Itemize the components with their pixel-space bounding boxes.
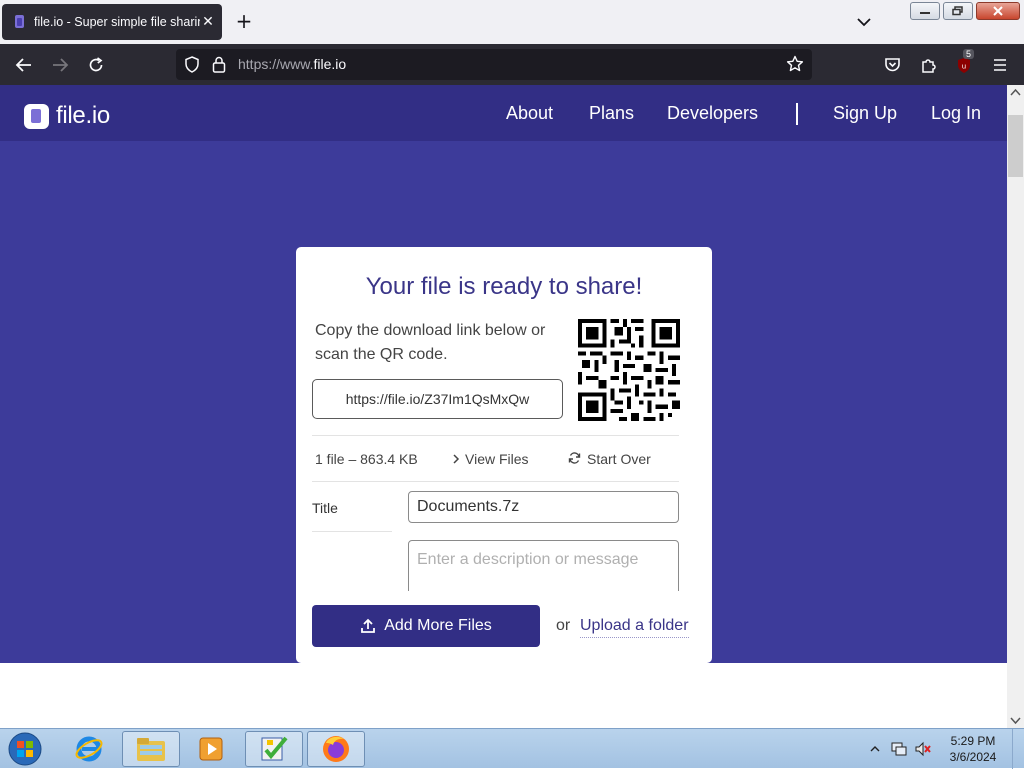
card-heading: Your file is ready to share! bbox=[365, 273, 643, 300]
nav-about[interactable]: About bbox=[506, 103, 553, 124]
start-over-label: Start Over bbox=[587, 451, 651, 467]
network-icon[interactable] bbox=[890, 741, 908, 757]
show-hidden-icons-icon[interactable] bbox=[870, 745, 880, 753]
add-more-files-button[interactable]: Add More Files bbox=[312, 605, 540, 647]
shield-icon[interactable] bbox=[184, 56, 200, 73]
share-card: Your file is ready to share! Copy the do… bbox=[296, 247, 712, 663]
separator bbox=[312, 481, 679, 482]
card-scroll-area[interactable]: Copy the download link below or scan the… bbox=[312, 313, 698, 591]
logo-text: file.io bbox=[56, 102, 110, 129]
pocket-icon bbox=[884, 58, 900, 72]
forward-button[interactable] bbox=[47, 52, 73, 78]
new-tab-button[interactable]: + bbox=[232, 10, 256, 34]
description-input[interactable]: Enter a description or message bbox=[408, 540, 679, 591]
fileio-favicon-icon bbox=[15, 15, 24, 28]
page-scrollbar[interactable] bbox=[1007, 85, 1024, 728]
tab-fileio[interactable]: file.io - Super simple file sharing ✕ bbox=[2, 4, 222, 40]
folder-icon bbox=[137, 738, 165, 761]
nav-divider bbox=[796, 103, 798, 125]
start-button[interactable] bbox=[6, 731, 44, 767]
menu-button[interactable] bbox=[987, 52, 1013, 78]
svg-text:u: u bbox=[962, 63, 966, 71]
or-text: or bbox=[556, 617, 571, 634]
puzzle-icon bbox=[921, 58, 936, 73]
view-files-link[interactable]: View Files bbox=[452, 451, 529, 467]
taskbar: 5:29 PM 3/6/2024 bbox=[0, 728, 1024, 769]
clock-time: 5:29 PM bbox=[950, 734, 996, 748]
tab-strip: file.io - Super simple file sharing ✕ + bbox=[0, 0, 1024, 44]
back-button[interactable] bbox=[11, 52, 37, 78]
card-scrollbar[interactable] bbox=[696, 313, 698, 591]
nav-sign-up[interactable]: Sign Up bbox=[833, 103, 897, 124]
forward-arrow-icon bbox=[53, 58, 69, 72]
fileio-logo-icon bbox=[24, 103, 49, 129]
page-scroll-up-icon[interactable] bbox=[1007, 85, 1024, 101]
taskbar-internet-explorer[interactable] bbox=[60, 731, 118, 767]
taskbar-media-player[interactable] bbox=[182, 731, 240, 767]
extensions-button[interactable] bbox=[915, 52, 941, 78]
restore-button[interactable] bbox=[943, 2, 973, 20]
reload-icon bbox=[89, 57, 103, 72]
web-page: file.io About Plans Developers Sign Up L… bbox=[0, 85, 1007, 728]
taskbar-checklist-app[interactable] bbox=[245, 731, 303, 767]
add-more-files-label: Add More Files bbox=[384, 617, 492, 634]
file-summary: 1 file – 863.4 KB bbox=[315, 451, 418, 467]
firefox-icon bbox=[323, 736, 349, 762]
page-scroll-down-icon[interactable] bbox=[1007, 712, 1024, 728]
tab-title: file.io - Super simple file sharing bbox=[34, 15, 200, 29]
bookmark-star-icon[interactable] bbox=[786, 55, 804, 73]
upload-folder-link[interactable]: Upload a folder bbox=[580, 617, 689, 638]
scroll-down-icon[interactable] bbox=[696, 577, 698, 591]
window-controls bbox=[910, 2, 1020, 20]
refresh-icon bbox=[568, 452, 581, 464]
nav-plans[interactable]: Plans bbox=[589, 103, 634, 124]
clock-date: 3/6/2024 bbox=[949, 750, 997, 764]
list-all-tabs-icon[interactable] bbox=[852, 12, 876, 32]
taskbar-firefox[interactable] bbox=[307, 731, 365, 767]
reload-button[interactable] bbox=[83, 52, 109, 78]
share-link-box[interactable]: https://file.io/Z37Im1QsMxQw bbox=[312, 379, 563, 419]
back-arrow-icon bbox=[15, 58, 31, 72]
ublock-extension-button[interactable]: u 5 bbox=[951, 49, 977, 78]
url-domain: file.io bbox=[313, 56, 347, 72]
chevron-right-icon bbox=[453, 454, 460, 464]
volume-muted-icon[interactable] bbox=[914, 741, 932, 757]
url-prefix: https://www. bbox=[238, 56, 314, 72]
checklist-icon bbox=[261, 736, 288, 761]
nav-developers[interactable]: Developers bbox=[667, 103, 758, 124]
site-logo[interactable]: file.io bbox=[24, 102, 110, 130]
media-player-icon bbox=[199, 737, 223, 761]
tab-close-icon[interactable]: ✕ bbox=[200, 14, 216, 30]
internet-explorer-icon bbox=[75, 736, 103, 762]
hamburger-menu-icon bbox=[994, 59, 1006, 71]
windows-start-icon bbox=[8, 732, 42, 766]
extension-badge: 5 bbox=[963, 49, 975, 59]
scroll-up-icon[interactable] bbox=[696, 313, 698, 327]
clock[interactable]: 5:29 PM 3/6/2024 bbox=[940, 733, 1006, 765]
upload-icon bbox=[361, 618, 376, 633]
lock-icon[interactable] bbox=[212, 56, 226, 73]
show-desktop-button[interactable] bbox=[1012, 729, 1024, 769]
minimize-button[interactable] bbox=[910, 2, 940, 20]
separator bbox=[312, 435, 679, 436]
title-label: Title bbox=[312, 500, 338, 516]
nav-toolbar: https://www.file.io u 5 bbox=[0, 44, 1024, 85]
title-input[interactable]: Documents.7z bbox=[408, 491, 679, 523]
start-over-link[interactable]: Start Over bbox=[568, 451, 651, 467]
url-text[interactable]: https://www.file.io bbox=[238, 56, 346, 72]
pocket-button[interactable] bbox=[879, 52, 905, 78]
taskbar-file-explorer[interactable] bbox=[122, 731, 180, 767]
separator bbox=[312, 531, 392, 532]
nav-log-in[interactable]: Log In bbox=[931, 103, 981, 124]
site-header: file.io About Plans Developers Sign Up L… bbox=[0, 85, 1007, 141]
page-scroll-thumb[interactable] bbox=[1008, 115, 1023, 177]
copy-instructions: Copy the download link below or scan the… bbox=[315, 322, 546, 363]
view-files-label: View Files bbox=[465, 451, 529, 467]
address-bar[interactable]: https://www.file.io bbox=[176, 49, 812, 80]
qr-code[interactable] bbox=[578, 319, 680, 421]
close-window-button[interactable] bbox=[976, 2, 1020, 20]
